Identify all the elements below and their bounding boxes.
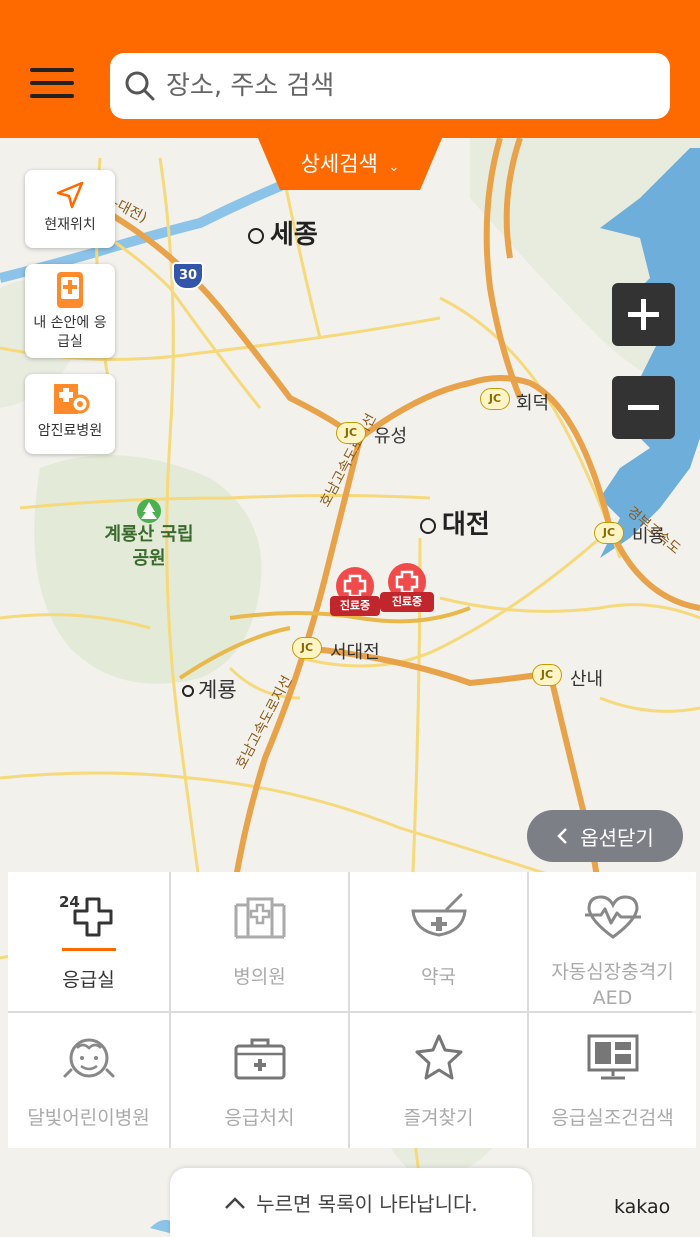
cancer-hospital-button[interactable]: 암진료병원	[25, 374, 115, 454]
hospital-marker[interactable]: 진료중	[380, 562, 434, 620]
menu-button[interactable]	[30, 68, 74, 104]
emergency-24-icon: 24	[59, 893, 112, 937]
kakao-logo: kakao	[614, 1196, 671, 1218]
category-label: 약국	[421, 966, 456, 988]
place-sannae: 산내	[570, 669, 604, 690]
zoom-out-button[interactable]	[612, 376, 675, 439]
place-yuseong: 유성	[374, 426, 408, 447]
search-box[interactable]	[110, 53, 670, 119]
monitor-search-icon	[587, 1034, 638, 1080]
chevron-down-icon: ⌄	[388, 160, 400, 175]
active-underline	[61, 948, 116, 951]
hospital-status-label: 진료중	[330, 596, 380, 616]
pharmacy-icon	[410, 893, 467, 937]
option-close-button[interactable]: 옵션닫기	[527, 810, 683, 862]
place-seodaejeon: 서대전	[330, 642, 380, 663]
search-input[interactable]	[166, 71, 646, 101]
category-label: 즐겨찾기	[403, 1107, 474, 1129]
child-face-icon	[63, 1038, 114, 1078]
category-label: 응급처치	[224, 1107, 295, 1129]
navigation-arrow-icon	[56, 181, 84, 209]
detail-search-label: 상세검색	[300, 152, 378, 176]
category-grid: 24 응급실 병의원 약국 자동심장충격기 AED 달빛어린이병원 응급처치 즐…	[8, 872, 696, 1148]
list-toggle-bar[interactable]: 누르면 목록이 나타납니다.	[170, 1168, 532, 1237]
search-icon	[125, 71, 155, 101]
category-moonlight-children-hospital[interactable]: 달빛어린이병원	[8, 1013, 169, 1148]
hospital-icon	[234, 897, 285, 939]
category-first-aid[interactable]: 응급처치	[171, 1013, 348, 1148]
hamburger-icon	[30, 68, 74, 72]
category-label: 응급실	[62, 969, 115, 991]
category-hospital[interactable]: 병의원	[171, 872, 348, 1011]
category-emergency-room[interactable]: 24 응급실	[8, 872, 169, 1011]
emergency-room-in-hand-label: 내 손안에 응급실	[33, 315, 107, 350]
jc-marker-biryong: JC	[594, 522, 624, 544]
category-label: 달빛어린이병원	[27, 1107, 150, 1129]
route-30-shield: 30	[172, 262, 204, 290]
category-aed[interactable]: 자동심장충격기 AED	[529, 872, 696, 1011]
option-close-label: 옵션닫기	[580, 825, 654, 850]
category-label: 자동심장충격기 AED	[551, 961, 674, 1009]
cancer-hospital-icon	[54, 384, 90, 414]
jc-marker-sannae: JC	[532, 664, 562, 686]
list-hint-text: 누르면 목록이 나타납니다.	[256, 1192, 478, 1216]
place-gyeryongsan-park: 계룡산 국립공원	[104, 524, 194, 569]
phone-emergency-icon	[57, 272, 83, 308]
svg-text:24: 24	[59, 893, 80, 911]
category-favorites[interactable]: 즐겨찾기	[350, 1013, 527, 1148]
hospital-marker[interactable]: 진료중	[330, 566, 380, 624]
zoom-in-button[interactable]	[612, 283, 675, 346]
aed-heart-icon	[584, 894, 641, 939]
category-emergency-condition-search[interactable]: 응급실조건검색	[529, 1013, 696, 1148]
chevron-left-icon	[557, 828, 568, 844]
category-pharmacy[interactable]: 약국	[350, 872, 527, 1011]
jc-marker-yuseong: JC	[336, 422, 366, 444]
current-location-button[interactable]: 현재위치	[25, 170, 115, 248]
place-hoedeok: 회덕	[516, 393, 550, 414]
place-gyeryong: 계룡	[182, 674, 237, 704]
cancer-hospital-label: 암진료병원	[37, 423, 103, 439]
detail-search-tab[interactable]: 상세검색 ⌄	[258, 138, 442, 190]
place-sejong: 세종	[248, 214, 318, 251]
chevron-up-icon	[225, 1196, 246, 1209]
category-label: 응급실조건검색	[551, 1107, 674, 1129]
category-label: 병의원	[233, 966, 286, 988]
star-icon	[415, 1034, 462, 1080]
app-header	[0, 0, 700, 138]
jc-marker-hoedeok: JC	[480, 388, 510, 410]
hospital-status-label: 진료중	[380, 592, 434, 612]
first-aid-kit-icon	[234, 1038, 285, 1080]
jc-marker-seodaejeon: JC	[292, 637, 322, 659]
emergency-room-in-hand-button[interactable]: 내 손안에 응급실	[25, 264, 115, 358]
current-location-label: 현재위치	[44, 217, 96, 233]
place-daejeon: 대전	[420, 504, 490, 541]
